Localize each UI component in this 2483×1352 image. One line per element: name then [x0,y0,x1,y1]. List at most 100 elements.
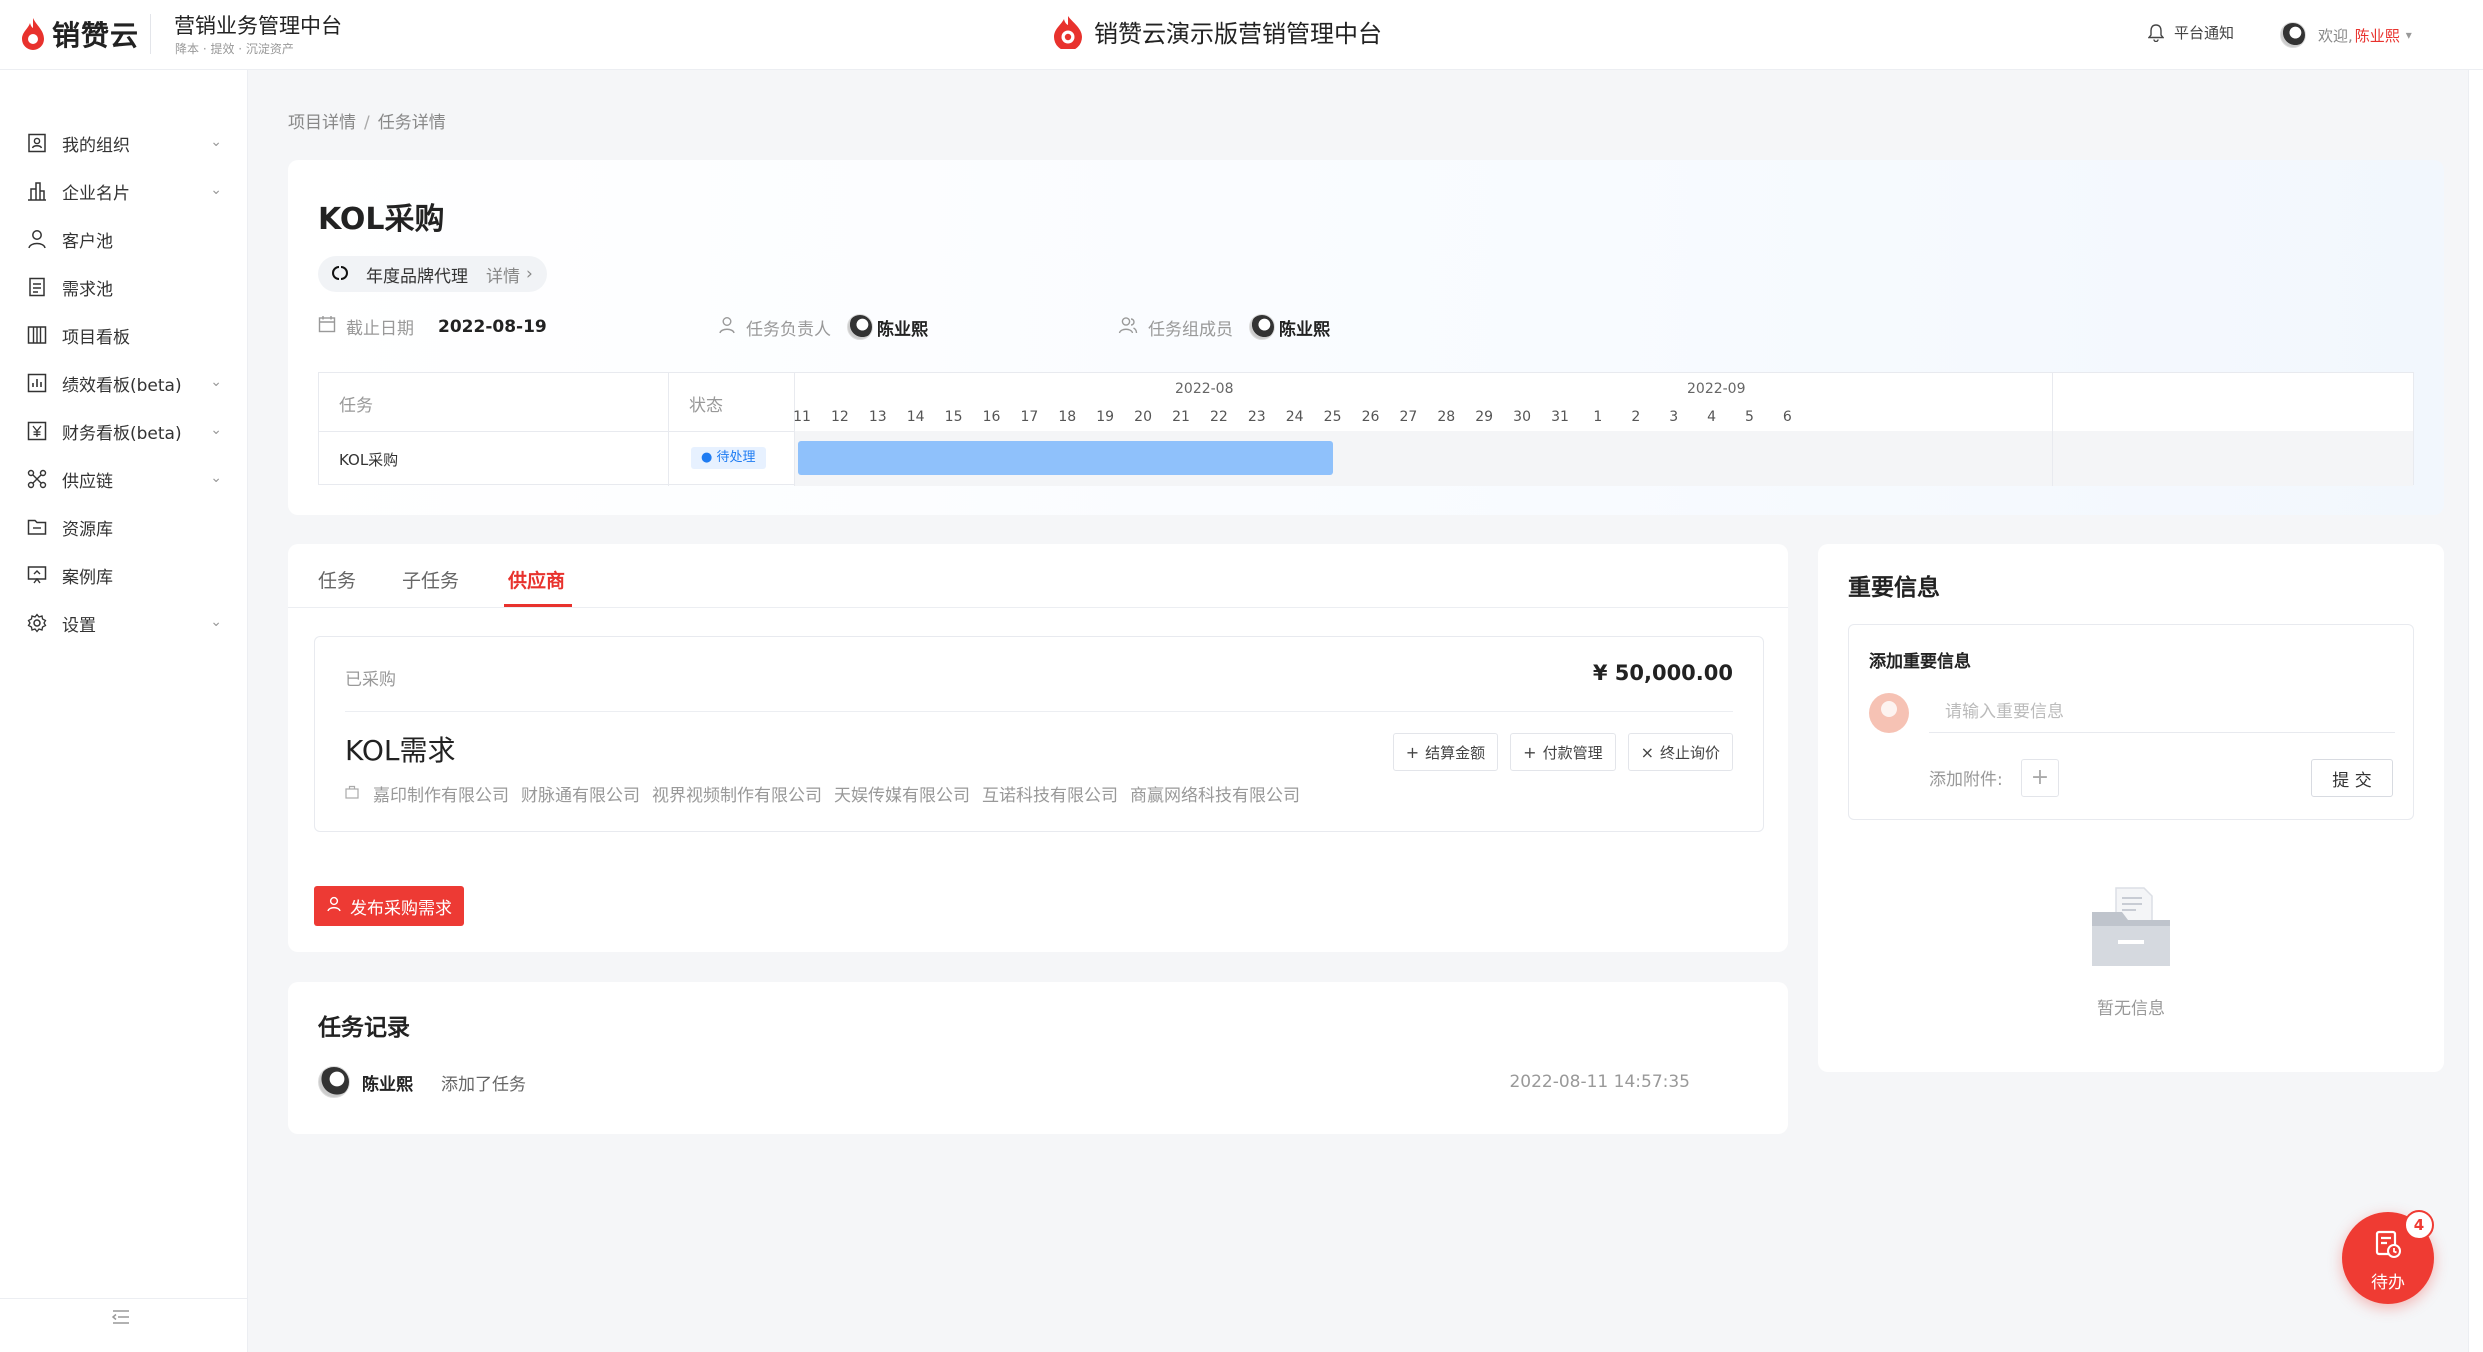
tab-supplier[interactable]: 供应商 [508,566,565,593]
publish-demand-button[interactable]: 发布采购需求 [314,886,464,926]
supplier-card: 任务 子任务 供应商 已采购 ¥ 50,000.00 KOL需求 + 结算金额 +… [288,544,1788,952]
sidebar-item-label: 财务看板(beta) [62,423,182,444]
gantt-header-task: 任务 [339,396,373,416]
avatar [2280,22,2306,48]
scrollbar[interactable] [2468,70,2483,1352]
folder-icon [26,516,48,538]
gantt-task-bar[interactable] [798,441,1333,475]
sidebar-item-cases[interactable]: 案例库 [0,550,248,600]
sidebar-item-finance[interactable]: 财务看板(beta) ⌄ [0,406,248,456]
sidebar-item-customers[interactable]: 客户池 [0,214,248,264]
plus-icon: + [1405,742,1420,762]
day-label: 27 [1399,409,1418,425]
company-name[interactable]: 天娱传媒有限公司 [834,781,970,806]
tab-task[interactable]: 任务 [318,566,356,593]
divider [345,711,1733,712]
sidebar-item-label: 案例库 [62,567,113,588]
day-label: 17 [1020,409,1039,425]
sidebar-item-label: 我的组织 [62,135,130,156]
brand-logo[interactable]: 销赞云 [20,14,139,54]
day-label: 18 [1058,409,1077,425]
owner-label: 任务负责人 [746,319,831,340]
sidebar-item-performance[interactable]: 绩效看板(beta) ⌄ [0,358,248,408]
sidebar-item-project-board[interactable]: 项目看板 [0,310,248,360]
document-icon [26,276,48,298]
day-label: 28 [1437,409,1456,425]
gantt-row-task[interactable]: KOL采购 [339,449,398,470]
requirement-title[interactable]: KOL需求 [345,729,455,769]
chevron-down-icon: ▾ [2405,28,2412,42]
status-badge: ● 待处理 [691,447,766,469]
chevron-down-icon: ⌄ [210,374,222,390]
tab-active-indicator [504,604,572,607]
supplier-item: 已采购 ¥ 50,000.00 KOL需求 + 结算金额 + 付款管理 × 终止询价 … [314,636,1764,832]
page-title: KOL采购 [318,202,445,237]
todo-count-badge: 4 [2404,1210,2434,1240]
company-name[interactable]: 财脉通有限公司 [521,781,640,806]
payment-button[interactable]: + 付款管理 [1510,733,1616,771]
sidebar: 我的组织 ⌄ 企业名片 ⌄ 客户池 需求池 项目看板 绩效看板(beta) ⌄ [0,70,248,1352]
project-tag[interactable]: 年度品牌代理 详情 › [318,256,547,292]
collapse-sidebar-icon[interactable] [111,1308,130,1329]
platform-notice[interactable]: 平台通知 [2148,22,2234,43]
company-name[interactable]: 嘉印制作有限公司 [373,781,509,806]
brand-name: 销赞云 [52,19,140,52]
sidebar-item-card[interactable]: 企业名片 ⌄ [0,166,248,216]
day-label: 4 [1707,409,1717,425]
brand-icon [328,264,352,284]
add-important-title: 添加重要信息 [1869,652,1971,672]
sidebar-item-settings[interactable]: 设置 ⌄ [0,598,248,648]
settle-amount-button[interactable]: + 结算金额 [1392,733,1499,771]
task-record-card: 任务记录 陈业熙 添加了任务 2022-08-11 14:57:35 [288,982,1788,1134]
tab-subtask[interactable]: 子任务 [402,566,459,593]
close-icon: × [1640,742,1654,762]
breadcrumb-separator: / [364,113,370,133]
chevron-down-icon: ⌄ [210,182,222,198]
logo-icon [22,18,44,50]
supplier-actions: + 结算金额 + 付款管理 × 终止询价 [1381,733,1733,771]
supplier-company-list: 嘉印制作有限公司 财脉通有限公司 视界视频制作有限公司 天娱传媒有限公司 互诺科… [345,781,1312,806]
owner-name: 陈业熙 [877,319,928,340]
chevron-right-icon: › [526,264,533,284]
sidebar-item-org[interactable]: 我的组织 ⌄ [0,118,248,168]
user-menu[interactable]: 欢迎, 陈业熙 ▾ [2280,22,2412,48]
breadcrumb: 项目详情 / 任务详情 [288,108,446,133]
month-label: 2022-09 [1687,381,1746,397]
sidebar-item-label: 需求池 [62,279,113,300]
important-info-input[interactable] [1929,691,2395,733]
company-name[interactable]: 视界视频制作有限公司 [652,781,822,806]
day-label: 21 [1172,409,1190,425]
sidebar-item-supply-chain[interactable]: 供应链 ⌄ [0,454,248,504]
project-detail-link[interactable]: 详情 [486,262,520,287]
breadcrumb-item-project[interactable]: 项目详情 [288,113,356,133]
stop-label: 终止询价 [1659,743,1720,762]
day-label: 25 [1323,409,1342,425]
notice-label: 平台通知 [2174,24,2235,42]
user-icon [718,316,736,339]
system-title: 营销业务管理中台 [174,14,342,38]
center-title-text: 销赞云演示版营销管理中台 [1094,20,1382,48]
company-name[interactable]: 商赢网络科技有限公司 [1130,781,1300,806]
list-item: 陈业熙 添加了任务 2022-08-11 14:57:35 [318,1064,1758,1100]
company-name[interactable]: 互诺科技有限公司 [982,781,1118,806]
sidebar-item-resources[interactable]: 资源库 [0,502,248,552]
todo-label: 待办 [2371,1273,2405,1293]
project-name: 年度品牌代理 [366,266,468,287]
publish-label: 发布采购需求 [350,898,452,919]
add-attachment-button[interactable]: + [2021,759,2059,797]
finance-icon [26,420,48,442]
day-label: 29 [1475,409,1494,425]
day-label: 16 [982,409,1001,425]
todo-button[interactable]: 待办 4 [2342,1210,2434,1304]
sidebar-item-label: 绩效看板(beta) [62,375,182,396]
top-bar: 销赞云 营销业务管理中台 降本 · 提效 · 沉淀资产 销赞云演示版营销管理中台… [0,0,2483,70]
gear-icon [26,612,48,634]
stop-inquiry-button[interactable]: × 终止询价 [1627,733,1733,771]
avatar [318,1066,350,1098]
chevron-down-icon: ⌄ [210,134,222,150]
day-label: 5 [1745,409,1754,425]
submit-button[interactable]: 提 交 [2311,759,2393,797]
avatar [1249,314,1275,340]
owner-meta: 任务负责人 陈业熙 [718,314,928,340]
sidebar-item-demands[interactable]: 需求池 [0,262,248,312]
